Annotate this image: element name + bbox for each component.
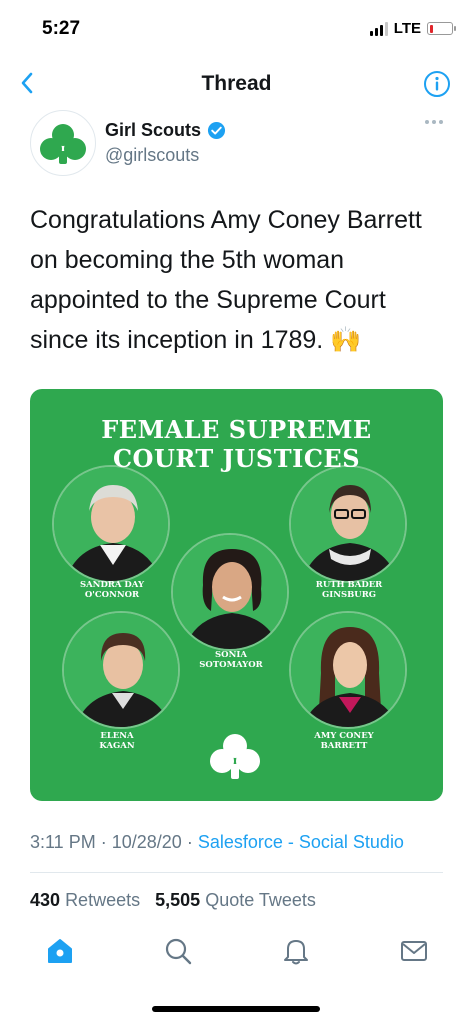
label-barrett: AMY CONEY BARRETT: [314, 731, 374, 751]
meta-separator-1: ·: [100, 832, 107, 852]
mail-icon[interactable]: [399, 936, 429, 966]
retweets-count: 430: [30, 890, 61, 910]
quote-tweets-stat[interactable]: 5,505 Quote Tweets: [155, 890, 316, 910]
media-title: FEMALE SUPREME COURT JUSTICES: [30, 415, 443, 473]
status-bar: 5:27 LTE: [0, 0, 473, 58]
quote-tweets-label: Quote Tweets: [205, 890, 316, 910]
tweet-stats: 430 Retweets 5,505 Quote Tweets: [30, 890, 316, 911]
navigation-bar: Thread: [0, 60, 473, 108]
author-name-text: Girl Scouts: [105, 120, 202, 140]
tweet-date: 10/28/20: [111, 832, 182, 852]
tweet-meta: 3:11 PM · 10/28/20 · Salesforce - Social…: [30, 832, 404, 853]
tweet-author: Girl Scouts @girlscouts: [0, 110, 473, 180]
avatar[interactable]: [30, 110, 96, 176]
home-icon[interactable]: [45, 936, 75, 966]
trefoil-logo-icon: [40, 124, 86, 164]
portrait-barrett: [289, 611, 407, 729]
verified-badge-icon: [207, 121, 226, 140]
status-indicators: LTE: [369, 20, 456, 37]
retweets-label: Retweets: [65, 890, 141, 910]
tweet-time: 3:11 PM: [30, 832, 96, 852]
bell-icon[interactable]: [281, 936, 311, 966]
quote-tweets-count: 5,505: [155, 890, 201, 910]
label-ginsburg: RUTH BADER GINSBURG: [315, 580, 383, 600]
search-icon[interactable]: [163, 936, 193, 966]
author-name[interactable]: Girl Scouts: [105, 120, 226, 141]
label-kagan: ELENA KAGAN: [99, 731, 135, 751]
retweets-stat[interactable]: 430 Retweets: [30, 890, 140, 910]
tweet-media[interactable]: FEMALE SUPREME COURT JUSTICES SANDRA DAY…: [30, 389, 443, 801]
home-indicator[interactable]: [152, 1006, 320, 1012]
label-sotomayor: SONIA SOTOMAYOR: [199, 650, 263, 670]
info-icon[interactable]: [423, 70, 451, 98]
signal-icon: [369, 21, 388, 36]
author-handle[interactable]: @girlscouts: [105, 145, 199, 166]
media-title-line1: FEMALE SUPREME: [101, 415, 372, 444]
trefoil-logo-icon: [210, 734, 260, 779]
portrait-ginsburg: [289, 465, 407, 583]
status-time: 5:27: [42, 18, 81, 39]
tab-bar: [0, 928, 473, 976]
network-label: LTE: [393, 20, 421, 37]
tweet-source-link[interactable]: Salesforce - Social Studio: [198, 832, 404, 852]
more-options-icon[interactable]: [425, 120, 443, 124]
page-title: Thread: [201, 72, 272, 95]
portrait-kagan: [62, 611, 180, 729]
meta-separator-2: ·: [186, 832, 193, 852]
portrait-oconnor: [52, 465, 170, 583]
label-oconnor: SANDRA DAY O'CONNOR: [79, 580, 145, 600]
tweet-text: Congratulations Amy Coney Barrett on bec…: [30, 206, 422, 354]
battery-icon: [427, 22, 456, 35]
portrait-sotomayor: [171, 533, 289, 651]
divider: [30, 872, 443, 873]
